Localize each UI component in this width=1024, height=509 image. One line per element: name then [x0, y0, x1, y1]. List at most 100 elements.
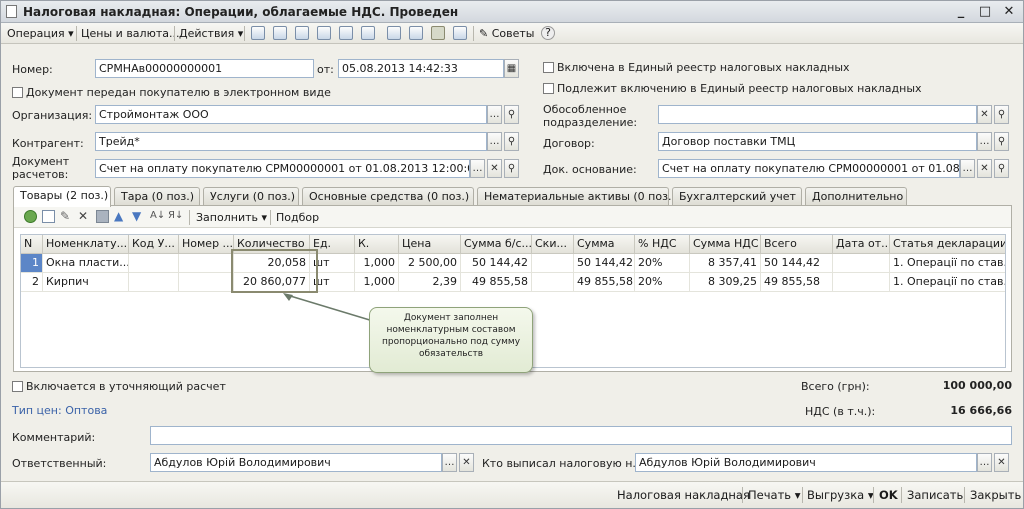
- based-on-icon[interactable]: [361, 26, 375, 40]
- advice-button[interactable]: ✎ Советы: [479, 26, 534, 41]
- col-header-discount[interactable]: Ски...: [532, 235, 574, 254]
- table-cell[interactable]: 50 144,42: [461, 254, 532, 273]
- dt-kt-icon[interactable]: [431, 26, 445, 40]
- counterparty-field[interactable]: Трейд*: [95, 132, 487, 151]
- tax-invoice-print-button[interactable]: Налоговая накладная: [617, 488, 750, 502]
- print-menu[interactable]: Печать ▾: [748, 488, 800, 502]
- tab-goods[interactable]: Товары (2 поз.): [13, 186, 111, 207]
- table-cell[interactable]: Окна пласти...: [43, 254, 129, 273]
- counterparty-open-icon[interactable]: ⚲: [504, 132, 519, 151]
- prices-currency-button[interactable]: Цены и валюта...: [81, 26, 179, 41]
- end-edit-icon[interactable]: [96, 210, 109, 223]
- move-down-icon[interactable]: ▼: [132, 210, 145, 223]
- add-row-icon[interactable]: [24, 210, 37, 223]
- table-cell[interactable]: Кирпич: [43, 273, 129, 292]
- tab-containers[interactable]: Тара (0 поз.): [114, 187, 200, 206]
- table-cell[interactable]: 1,000: [355, 273, 399, 292]
- table-cell[interactable]: 49 855,58: [461, 273, 532, 292]
- settlement-select-button[interactable]: …: [470, 159, 485, 178]
- list-icon[interactable]: [453, 26, 467, 40]
- issuer-clear-icon[interactable]: ✕: [994, 453, 1009, 472]
- col-header-sum[interactable]: Сумма: [574, 235, 635, 254]
- tab-services[interactable]: Услуги (0 поз.): [203, 187, 299, 206]
- table-cell[interactable]: 20%: [635, 254, 690, 273]
- clarifying-checkbox[interactable]: [12, 381, 23, 392]
- table-cell[interactable]: 2,39: [399, 273, 461, 292]
- edit-row-icon[interactable]: ✎: [60, 210, 73, 223]
- basis-open-icon[interactable]: ⚲: [994, 159, 1009, 178]
- basis-select-button[interactable]: …: [960, 159, 975, 178]
- close-button[interactable]: Закрыть: [970, 488, 1021, 502]
- table-cell[interactable]: 50 144,42: [574, 254, 635, 273]
- minimize-button[interactable]: _: [952, 4, 970, 20]
- tab-intangible-assets[interactable]: Нематериальные активы (0 поз.): [477, 187, 676, 206]
- col-header-price[interactable]: Цена: [399, 235, 461, 254]
- issuer-field[interactable]: Абдулов Юрій Володимирович: [635, 453, 977, 472]
- movements-icon[interactable]: [409, 26, 423, 40]
- responsible-clear-icon[interactable]: ✕: [459, 453, 474, 472]
- table-cell[interactable]: 8 357,41: [690, 254, 761, 273]
- organization-select-button[interactable]: …: [487, 105, 502, 124]
- col-header-date[interactable]: Дата от...: [833, 235, 890, 254]
- select-button[interactable]: Подбор: [276, 210, 319, 225]
- responsible-select-button[interactable]: …: [442, 453, 457, 472]
- col-header-nomenclature[interactable]: Номенклату...: [43, 235, 129, 254]
- table-cell[interactable]: 1. Операції по став...: [890, 254, 1005, 273]
- col-header-n[interactable]: N: [21, 235, 43, 254]
- table-cell[interactable]: [129, 273, 179, 292]
- table-cell[interactable]: [129, 254, 179, 273]
- basis-document-field[interactable]: Счет на оплату покупателю СРМ00000001 от…: [658, 159, 960, 178]
- copy-row-icon[interactable]: [42, 210, 55, 223]
- tab-additional[interactable]: Дополнительно: [805, 187, 907, 206]
- contract-open-icon[interactable]: ⚲: [994, 132, 1009, 151]
- table-cell[interactable]: [179, 254, 234, 273]
- division-clear-icon[interactable]: ✕: [977, 105, 992, 124]
- table-cell[interactable]: 8 309,25: [690, 273, 761, 292]
- electronic-checkbox[interactable]: [12, 87, 23, 98]
- col-header-total[interactable]: Всего: [761, 235, 833, 254]
- settlement-document-field[interactable]: Счет на оплату покупателю СРМ00000001 от…: [95, 159, 470, 178]
- sort-asc-icon[interactable]: A↓: [150, 210, 165, 223]
- refresh-icon[interactable]: [339, 26, 353, 40]
- table-cell[interactable]: 49 855,58: [574, 273, 635, 292]
- actions-menu[interactable]: Действия ▾: [179, 26, 243, 41]
- responsible-field[interactable]: Абдулов Юрій Володимирович: [150, 453, 442, 472]
- table-cell[interactable]: [833, 273, 890, 292]
- delete-row-icon[interactable]: ✕: [78, 210, 91, 223]
- sort-desc-icon[interactable]: Я↓: [168, 210, 183, 223]
- unpost-icon[interactable]: [295, 26, 309, 40]
- date-field[interactable]: 05.08.2013 14:42:33: [338, 59, 504, 78]
- table-cell[interactable]: [532, 254, 574, 273]
- col-header-sum-excl-vat[interactable]: Сумма б/с...: [461, 235, 532, 254]
- contract-field[interactable]: Договор поставки ТМЦ: [658, 132, 977, 151]
- table-cell[interactable]: 1. Операції по став...: [890, 273, 1005, 292]
- col-header-code[interactable]: Код У...: [129, 235, 179, 254]
- tab-fixed-assets[interactable]: Основные средства (0 поз.): [302, 187, 474, 206]
- division-open-icon[interactable]: ⚲: [994, 105, 1009, 124]
- tab-accounting[interactable]: Бухгалтерский учет: [672, 187, 802, 206]
- table-cell[interactable]: 49 855,58: [761, 273, 833, 292]
- number-field[interactable]: СРМНАв00000000001: [95, 59, 314, 78]
- contract-select-button[interactable]: …: [977, 132, 992, 151]
- price-type-link[interactable]: Тип цен: Оптова: [12, 404, 107, 417]
- organization-open-icon[interactable]: ⚲: [504, 105, 519, 124]
- fill-menu[interactable]: Заполнить ▾: [196, 210, 267, 225]
- copy-icon[interactable]: [317, 26, 331, 40]
- maximize-button[interactable]: □: [976, 4, 994, 20]
- settlement-clear-icon[interactable]: ✕: [487, 159, 502, 178]
- counterparty-select-button[interactable]: …: [487, 132, 502, 151]
- table-cell[interactable]: [532, 273, 574, 292]
- move-up-icon[interactable]: ▲: [114, 210, 127, 223]
- comment-field[interactable]: [150, 426, 1012, 445]
- basis-clear-icon[interactable]: ✕: [977, 159, 992, 178]
- issuer-select-button[interactable]: …: [977, 453, 992, 472]
- table-cell[interactable]: 20%: [635, 273, 690, 292]
- ok-button[interactable]: OK: [879, 488, 898, 502]
- organization-field[interactable]: Строймонтаж ООО: [95, 105, 487, 124]
- post-icon[interactable]: [273, 26, 287, 40]
- col-header-declaration[interactable]: Статья декларации...: [890, 235, 1005, 254]
- col-header-vat-rate[interactable]: % НДС: [635, 235, 690, 254]
- save-button[interactable]: Записать: [907, 488, 963, 502]
- registry-included-checkbox[interactable]: [543, 62, 554, 73]
- table-cell[interactable]: [833, 254, 890, 273]
